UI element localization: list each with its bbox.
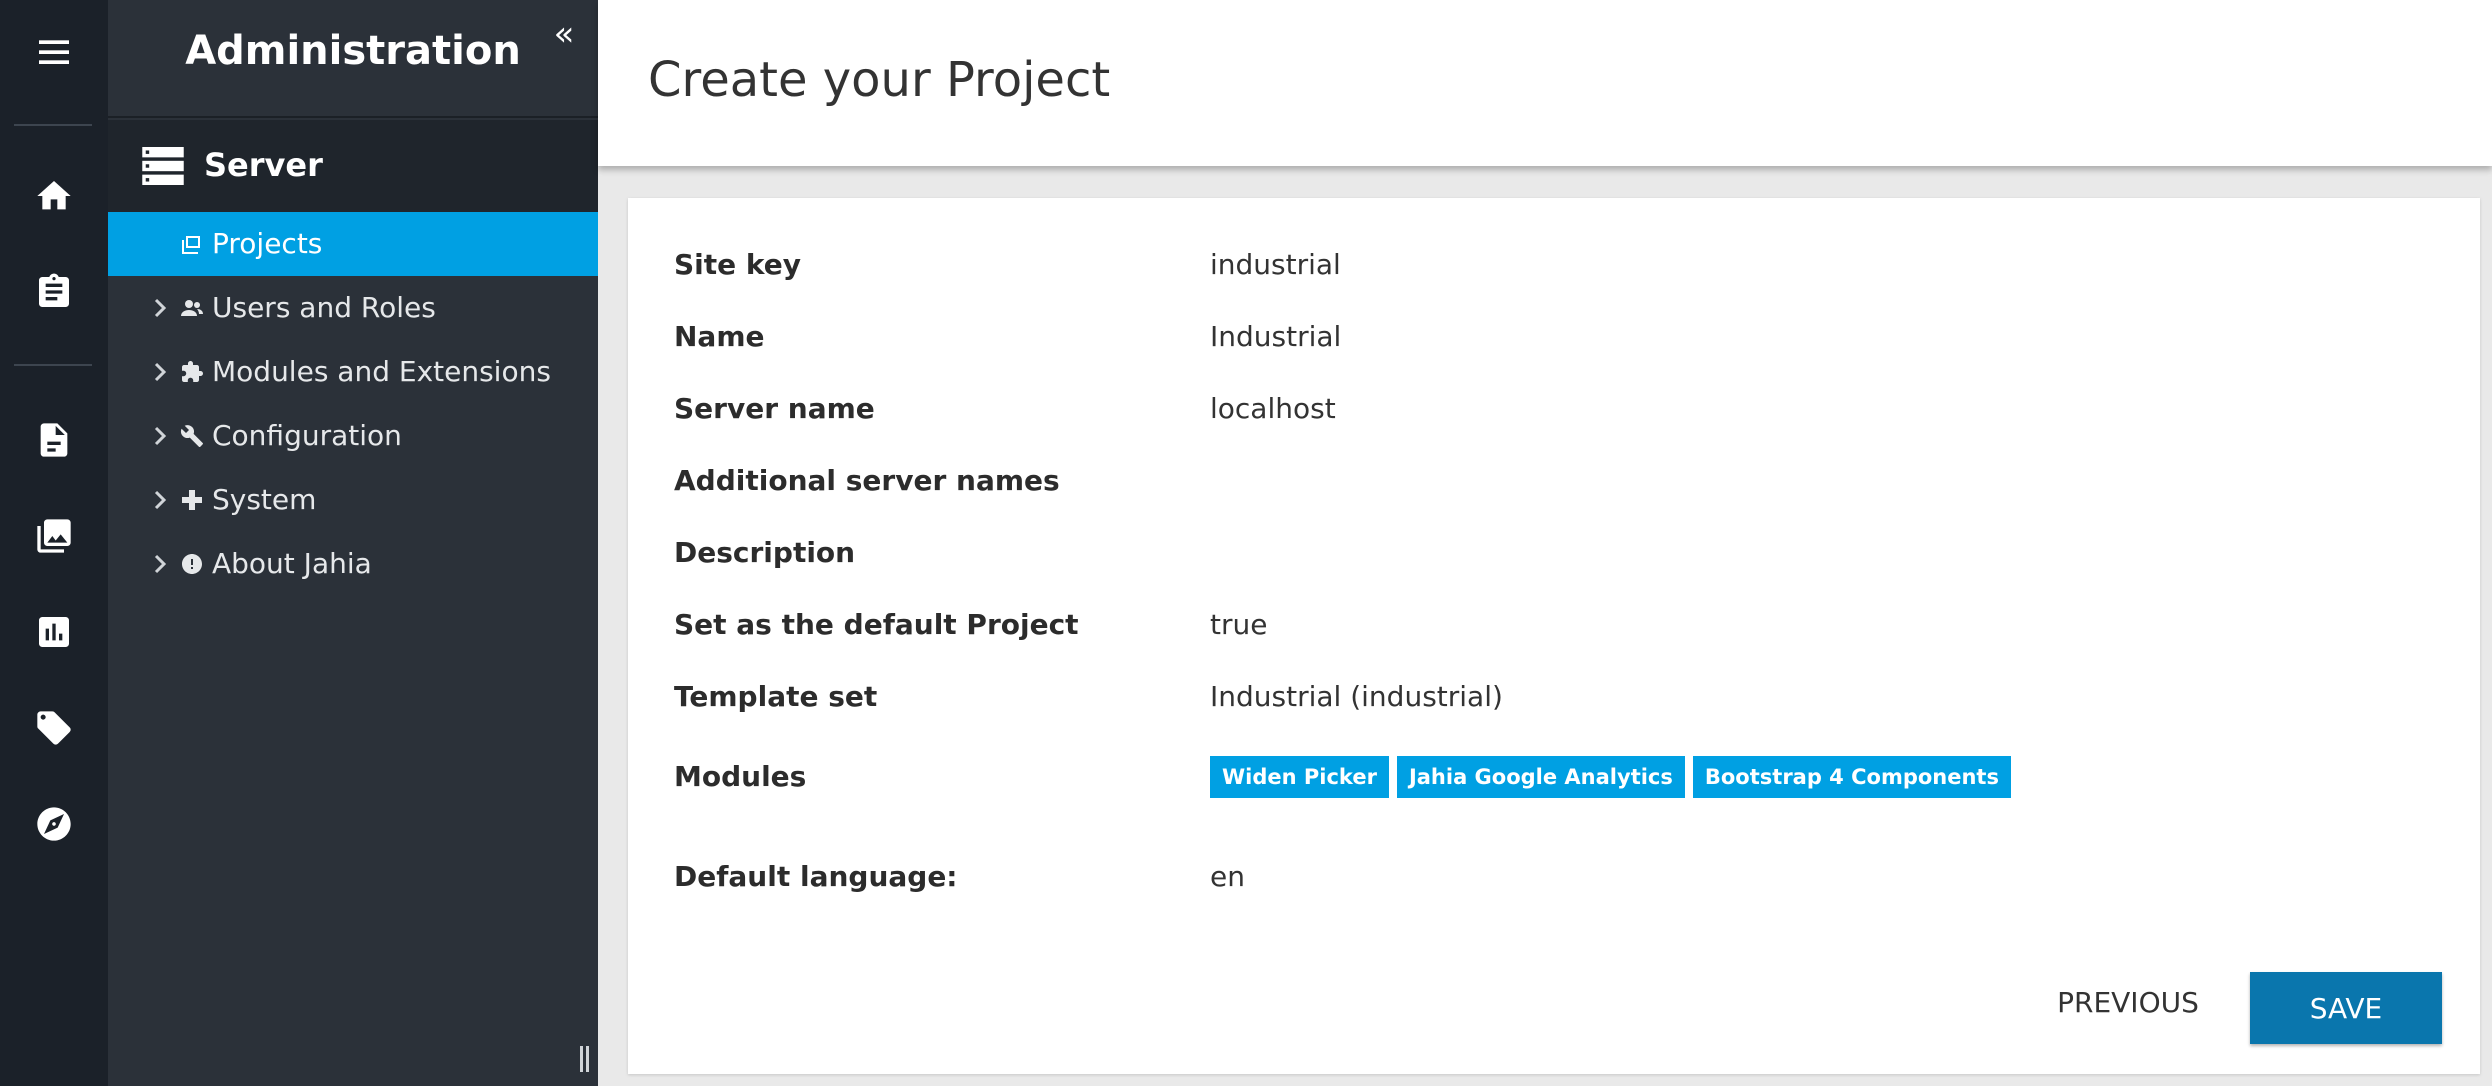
info-icon bbox=[180, 552, 204, 576]
sidebar-title: Administration bbox=[185, 28, 521, 74]
field-label: Description bbox=[674, 536, 856, 569]
sidebar-item-system[interactable]: System bbox=[108, 468, 598, 532]
summary-row-description: Description bbox=[674, 536, 2454, 576]
field-value: Industrial (industrial) bbox=[1210, 680, 1503, 713]
field-value: Industrial bbox=[1210, 320, 1342, 353]
field-value: true bbox=[1210, 608, 1268, 641]
field-label: Site key bbox=[674, 248, 801, 281]
server-icon bbox=[142, 147, 184, 185]
chevron-right-icon[interactable] bbox=[148, 486, 172, 514]
sidebar-item-configuration[interactable]: Configuration bbox=[108, 404, 598, 468]
field-label: Set as the default Project bbox=[674, 608, 1079, 641]
wrench-icon bbox=[180, 424, 204, 448]
save-button[interactable]: SAVE bbox=[2250, 972, 2442, 1044]
sidebar-item-about-jahia[interactable]: About Jahia bbox=[108, 532, 598, 596]
field-label: Template set bbox=[674, 680, 878, 713]
field-value: en bbox=[1210, 860, 1245, 893]
previous-button[interactable]: PREVIOUS bbox=[2040, 966, 2216, 1038]
sidebar-header: Administration « bbox=[108, 0, 598, 118]
rail-divider bbox=[14, 364, 92, 366]
puzzle-icon bbox=[180, 360, 204, 384]
chevron-right-icon[interactable] bbox=[148, 422, 172, 450]
chevron-right-icon[interactable] bbox=[148, 550, 172, 578]
summary-row-server-name: Server name localhost bbox=[674, 392, 2454, 432]
summary-row-default-project: Set as the default Project true bbox=[674, 608, 2454, 648]
summary-row-modules: Modules Widen Picker Jahia Google Analyt… bbox=[674, 756, 2454, 800]
summary-row-site-key: Site key industrial bbox=[674, 248, 2454, 288]
field-value: localhost bbox=[1210, 392, 1336, 425]
summary-row-default-language: Default language: en bbox=[674, 860, 2454, 900]
projects-icon bbox=[180, 232, 204, 256]
field-value: industrial bbox=[1210, 248, 1341, 281]
field-label: Default language: bbox=[674, 860, 958, 893]
sidebar-item-modules-and-extensions[interactable]: Modules and Extensions bbox=[108, 340, 598, 404]
sidebar-resize-handle[interactable] bbox=[578, 1046, 592, 1072]
media-icon[interactable] bbox=[0, 500, 108, 572]
module-chip: Bootstrap 4 Components bbox=[1692, 756, 2011, 798]
compass-icon[interactable] bbox=[0, 788, 108, 860]
rail-divider bbox=[14, 124, 92, 126]
users-icon bbox=[180, 296, 204, 320]
sidebar-item-label: About Jahia bbox=[212, 547, 372, 580]
home-icon[interactable] bbox=[0, 160, 108, 232]
tag-icon[interactable] bbox=[0, 692, 108, 764]
sidebar-section-server[interactable]: Server bbox=[108, 120, 598, 212]
summary-row-template-set: Template set Industrial (industrial) bbox=[674, 680, 2454, 720]
sidebar-item-label: System bbox=[212, 483, 317, 516]
field-label: Modules bbox=[674, 760, 807, 793]
clipboard-icon[interactable] bbox=[0, 256, 108, 328]
collapse-sidebar-button[interactable]: « bbox=[544, 14, 584, 54]
summary-row-name: Name Industrial bbox=[674, 320, 2454, 360]
sidebar-item-label: Modules and Extensions bbox=[212, 355, 551, 388]
summary-row-additional-server-names: Additional server names bbox=[674, 464, 2454, 504]
sidebar-section-label: Server bbox=[204, 146, 323, 184]
icon-rail bbox=[0, 0, 108, 1086]
analytics-icon[interactable] bbox=[0, 596, 108, 668]
field-label: Name bbox=[674, 320, 765, 353]
module-chips: Widen Picker Jahia Google Analytics Boot… bbox=[1210, 756, 2011, 798]
pages-icon[interactable] bbox=[0, 404, 108, 476]
sidebar-item-label: Projects bbox=[212, 227, 323, 260]
page-title: Create your Project bbox=[648, 52, 1111, 108]
admin-sidebar: Administration « Server Projects Users a… bbox=[108, 0, 598, 1086]
sidebar-item-projects[interactable]: Projects bbox=[108, 212, 598, 276]
sidebar-item-users-and-roles[interactable]: Users and Roles bbox=[108, 276, 598, 340]
chevron-right-icon[interactable] bbox=[148, 294, 172, 322]
module-chip: Jahia Google Analytics bbox=[1396, 756, 1685, 798]
field-label: Server name bbox=[674, 392, 875, 425]
module-chip: Widen Picker bbox=[1210, 756, 1389, 798]
sidebar-item-label: Configuration bbox=[212, 419, 402, 452]
plus-icon bbox=[180, 488, 204, 512]
chevron-right-icon[interactable] bbox=[148, 358, 172, 386]
sidebar-item-label: Users and Roles bbox=[212, 291, 436, 324]
field-label: Additional server names bbox=[674, 464, 1060, 497]
hamburger-menu-icon[interactable] bbox=[0, 16, 108, 88]
project-summary-card: Site key industrial Name Industrial Serv… bbox=[628, 198, 2480, 1074]
page-header: Create your Project bbox=[598, 0, 2492, 166]
